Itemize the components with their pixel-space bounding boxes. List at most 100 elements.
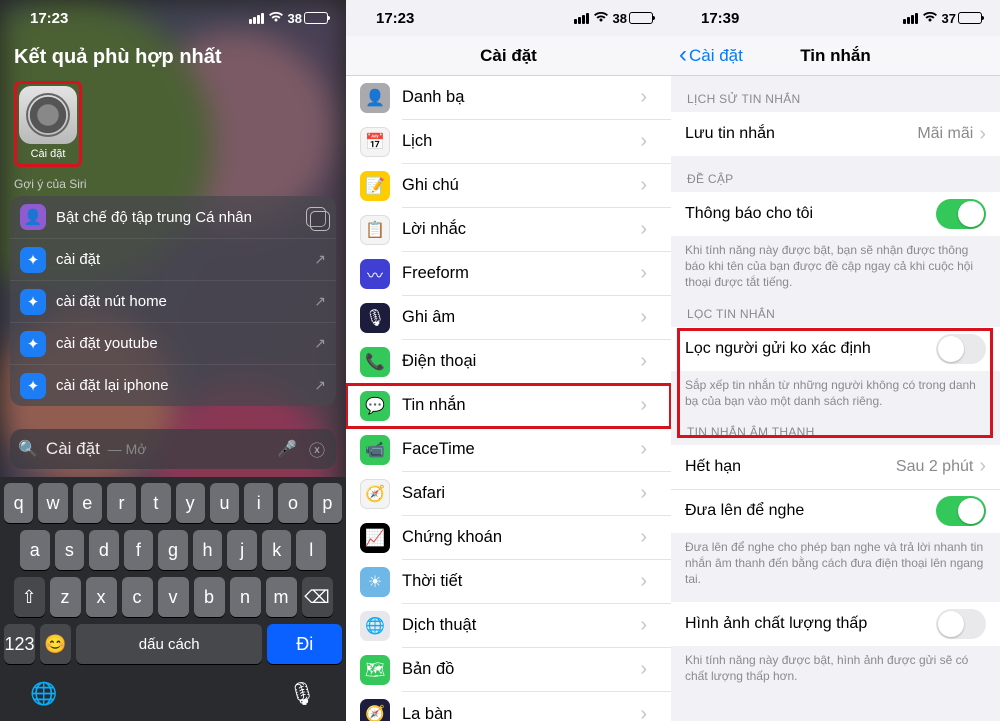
siri-suggestion[interactable]: 👤 Bật chế độ tập trung Cá nhân (10, 196, 336, 238)
chevron-right-icon: › (640, 350, 661, 373)
key-y[interactable]: y (176, 483, 205, 523)
arrow-icon: ↗ (314, 377, 326, 394)
dictate-icon[interactable]: 🎙 (288, 681, 316, 707)
settings-row-chứng-khoán[interactable]: 📈Chứng khoán› (346, 516, 671, 560)
toggle-switch[interactable] (936, 496, 986, 526)
key-q[interactable]: q (4, 483, 33, 523)
wifi-icon (268, 11, 284, 26)
key-t[interactable]: t (141, 483, 170, 523)
key-m[interactable]: m (266, 577, 297, 617)
results-header: Kết quả phù hợp nhất (0, 36, 346, 75)
key-c[interactable]: c (122, 577, 153, 617)
toggle-switch[interactable] (936, 334, 986, 364)
settings-row-ghi-âm[interactable]: 🎙Ghi âm› (346, 296, 671, 340)
app-icon: 🧭 (360, 479, 390, 509)
settings-row-la-bàn[interactable]: 🧭La bàn› (346, 692, 671, 721)
key-l[interactable]: l (296, 530, 326, 570)
notify-me-row[interactable]: Thông báo cho tôi (671, 192, 1000, 236)
page-title: Tin nhắn (800, 46, 871, 66)
mic-icon[interactable]: 🎤 (276, 438, 298, 460)
numbers-key[interactable]: 123 (4, 624, 35, 664)
key-u[interactable]: u (210, 483, 239, 523)
settings-app-icon (19, 86, 77, 144)
wifi-icon (922, 11, 938, 26)
filter-unknown-row[interactable]: Lọc người gửi ko xác định (671, 327, 1000, 371)
settings-row-freeform[interactable]: 〰Freeform› (346, 252, 671, 296)
key-w[interactable]: w (38, 483, 67, 523)
settings-row-safari[interactable]: 🧭Safari› (346, 472, 671, 516)
app-icon: 🧭 (360, 699, 390, 721)
chevron-right-icon: › (979, 455, 986, 478)
key-g[interactable]: g (158, 530, 188, 570)
settings-row-tin-nhắn[interactable]: 💬Tin nhắn› (346, 384, 671, 428)
app-icon: 📝 (360, 171, 390, 201)
key-p[interactable]: p (313, 483, 342, 523)
app-icon: ☀ (360, 567, 390, 597)
status-bar: 17:23 38 (0, 0, 346, 36)
key-b[interactable]: b (194, 577, 225, 617)
stack-icon (306, 207, 326, 227)
back-button[interactable]: ‹ Cài đặt (679, 46, 743, 66)
result-app-tile[interactable]: Cài đặt (14, 81, 82, 167)
shift-key[interactable]: ⇧ (14, 577, 45, 617)
key-j[interactable]: j (227, 530, 257, 570)
siri-suggestion[interactable]: ✦ cài đặt ↗ (10, 238, 336, 280)
arrow-icon: ↗ (314, 293, 326, 310)
go-key[interactable]: Đi (267, 624, 342, 664)
key-a[interactable]: a (20, 530, 50, 570)
chevron-right-icon: › (640, 614, 661, 637)
settings-row-facetime[interactable]: 📹FaceTime› (346, 428, 671, 472)
key-z[interactable]: z (50, 577, 81, 617)
chevron-right-icon: › (640, 218, 661, 241)
key-d[interactable]: d (89, 530, 119, 570)
settings-row-dịch-thuật[interactable]: 🌐Dịch thuật› (346, 604, 671, 648)
settings-row-bản-đồ[interactable]: 🗺Bản đồ› (346, 648, 671, 692)
low-quality-image-row[interactable]: Hình ảnh chất lượng thấp (671, 602, 1000, 646)
settings-row-lịch[interactable]: 📅Lịch› (346, 120, 671, 164)
signal-icon (574, 13, 589, 24)
key-f[interactable]: f (124, 530, 154, 570)
settings-row-thời-tiết[interactable]: ☀Thời tiết› (346, 560, 671, 604)
keep-messages-row[interactable]: Lưu tin nhắn Mãi mãi › (671, 112, 1000, 156)
battery-icon: 38 (613, 11, 653, 26)
safari-icon: ✦ (20, 331, 46, 357)
key-r[interactable]: r (107, 483, 136, 523)
siri-suggestion[interactable]: ✦ cài đặt youtube ↗ (10, 322, 336, 364)
group-header: TIN NHẮN ÂM THANH (671, 409, 1000, 445)
chevron-right-icon: › (640, 130, 661, 153)
emoji-key[interactable]: 😊 (40, 624, 71, 664)
arrow-icon: ↗ (314, 335, 326, 352)
settings-row-danh-bạ[interactable]: 👤Danh bạ› (346, 76, 671, 120)
toggle-switch[interactable] (936, 199, 986, 229)
key-v[interactable]: v (158, 577, 189, 617)
key-k[interactable]: k (262, 530, 292, 570)
nav-bar: ‹ Cài đặt Tin nhắn (671, 36, 1000, 76)
key-h[interactable]: h (193, 530, 223, 570)
settings-row-lời-nhắc[interactable]: 📋Lời nhắc› (346, 208, 671, 252)
key-e[interactable]: e (73, 483, 102, 523)
toggle-switch[interactable] (936, 609, 986, 639)
search-input[interactable]: 🔍 Cài đặt — Mở 🎤 ⓧ (10, 429, 336, 469)
key-x[interactable]: x (86, 577, 117, 617)
arrow-icon: ↗ (314, 251, 326, 268)
backspace-key[interactable]: ⌫ (302, 577, 333, 617)
key-o[interactable]: o (278, 483, 307, 523)
key-n[interactable]: n (230, 577, 261, 617)
key-s[interactable]: s (55, 530, 85, 570)
space-key[interactable]: dấu cách (76, 624, 262, 664)
expire-row[interactable]: Hết hạn Sau 2 phút › (671, 445, 1000, 489)
clear-icon[interactable]: ⓧ (306, 438, 328, 460)
raise-to-listen-row[interactable]: Đưa lên để nghe (671, 489, 1000, 533)
key-i[interactable]: i (244, 483, 273, 523)
settings-row-điện-thoại[interactable]: 📞Điện thoại› (346, 340, 671, 384)
settings-row-ghi-chú[interactable]: 📝Ghi chú› (346, 164, 671, 208)
group-header: ĐỀ CẬP (671, 156, 1000, 192)
chevron-right-icon: › (640, 86, 661, 109)
siri-suggestion[interactable]: ✦ cài đặt lại iphone ↗ (10, 364, 336, 406)
search-value: Cài đặt (46, 439, 100, 459)
safari-icon: ✦ (20, 373, 46, 399)
globe-icon[interactable]: 🌐 (30, 681, 57, 707)
group-footer: Khi tính năng này được bật, hình ảnh đượ… (671, 646, 1000, 684)
app-icon: 🎙 (360, 303, 390, 333)
siri-suggestion[interactable]: ✦ cài đặt nút home ↗ (10, 280, 336, 322)
